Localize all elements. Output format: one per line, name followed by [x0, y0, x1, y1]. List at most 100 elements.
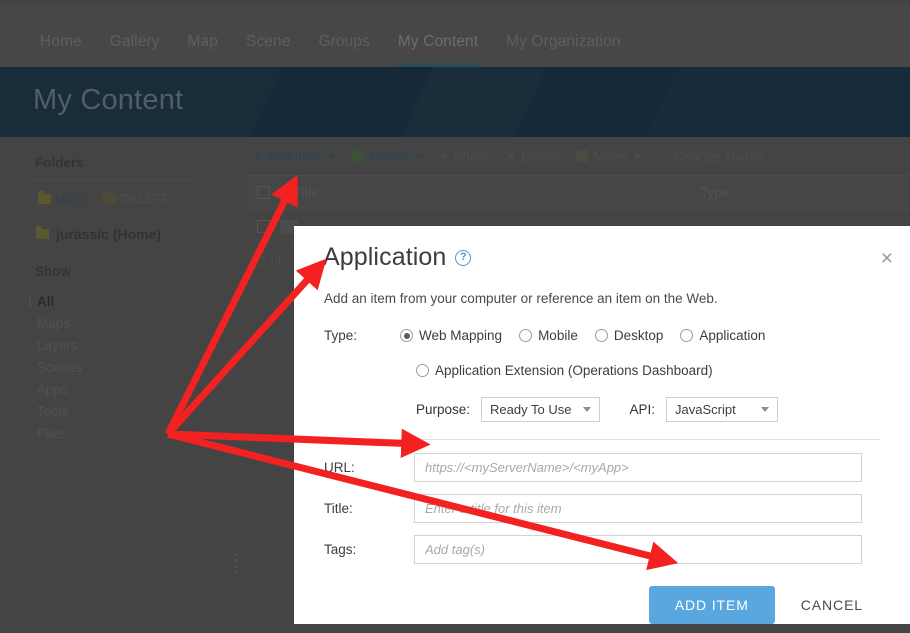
sidebar-item-scenes[interactable]: Scenes [0, 356, 227, 378]
dialog-input-fields: URL: Title: Tags: [294, 440, 910, 564]
title-input[interactable] [414, 494, 862, 523]
share-icon: ⚹ [440, 148, 449, 163]
help-icon[interactable]: ? [455, 249, 472, 266]
content-table-header: Title Type [246, 175, 910, 210]
new-folder-button[interactable]: NEW [38, 190, 86, 206]
sidebar-item-all[interactable]: All [0, 290, 227, 312]
nav-item-home[interactable]: Home [26, 33, 96, 67]
close-icon: ✕ [505, 148, 517, 163]
sidebar-item-files[interactable]: Files [0, 422, 227, 444]
person-icon: ☉ [657, 148, 669, 163]
folder-icon [103, 190, 117, 204]
column-type-label: Type [700, 185, 730, 200]
chevron-down-icon [327, 153, 336, 159]
folder-actions: NEW DELETE [0, 180, 227, 206]
radio-label: Mobile [538, 328, 578, 343]
sidebar-item-apps[interactable]: Apps [0, 378, 227, 400]
show-heading: Show [35, 264, 71, 279]
tags-row: Tags: [324, 535, 910, 564]
close-icon[interactable]: × [881, 248, 893, 269]
nav-item-my-content[interactable]: My Content [384, 33, 492, 67]
radio-desktop[interactable]: Desktop [594, 328, 664, 343]
create-icon [351, 150, 364, 162]
nav-item-label: Home [40, 33, 82, 50]
sidebar-folder-home[interactable]: jurassic (Home) [0, 206, 227, 242]
sidebar-item-tools[interactable]: Tools [0, 400, 227, 422]
radio-web-mapping[interactable]: Web Mapping [400, 328, 502, 343]
add-item-button[interactable]: + Add Item [252, 148, 336, 165]
url-input[interactable] [414, 453, 862, 482]
purpose-api-row: Purpose: Ready To Use API: JavaScript [324, 378, 910, 422]
page-banner: My Content [0, 67, 910, 137]
tags-label: Tags: [324, 542, 357, 557]
column-header-type[interactable]: Type [700, 185, 729, 200]
dialog-form: Type: Web Mapping Mobile Desktop Applica… [294, 306, 910, 422]
radio-mobile[interactable]: Mobile [519, 328, 578, 343]
dialog-actions: ADD ITEM CANCEL [294, 576, 910, 624]
app-window: Home Gallery Map Scene Groups My Content… [0, 0, 910, 633]
radio-label: Web Mapping [419, 328, 503, 343]
nav-item-my-organization[interactable]: My Organization [492, 33, 634, 67]
show-filter-list: All Maps Layers Scenes Apps Tools Files [0, 279, 227, 444]
nav-item-label: Groups [318, 33, 370, 50]
top-navigation: Home Gallery Map Scene Groups My Content… [0, 0, 910, 67]
nav-item-list: Home Gallery Map Scene Groups My Content… [0, 3, 910, 67]
radio-application[interactable]: Application [680, 328, 765, 343]
sidebar-folder-label: jurassic (Home) [56, 226, 162, 242]
purpose-select[interactable]: Ready To Use [481, 397, 601, 422]
sidebar-item-label: Layers [37, 337, 78, 353]
nav-item-groups[interactable]: Groups [304, 33, 383, 67]
sidebar-resize-handle[interactable] [234, 553, 238, 574]
cancel-button[interactable]: CANCEL [801, 597, 863, 613]
sidebar-item-maps[interactable]: Maps [0, 312, 227, 334]
nav-item-gallery[interactable]: Gallery [96, 33, 174, 67]
title-row: Title: [324, 494, 910, 523]
radio-label: Application [699, 328, 766, 343]
dialog-title: Application [323, 243, 447, 271]
chevron-down-icon [760, 407, 769, 412]
add-item-dialog: × Application ? Add an item from your co… [294, 226, 910, 624]
title-label: Title: [324, 501, 353, 516]
nav-item-map[interactable]: Map [174, 33, 232, 67]
nav-item-scene[interactable]: Scene [232, 33, 304, 67]
folders-heading: Folders [35, 155, 84, 170]
chevron-down-icon [633, 153, 642, 159]
pagination-label: 1 1 of [250, 254, 282, 268]
share-label: Share [453, 148, 490, 164]
change-owner-button: ☉ Change Owner [657, 148, 764, 164]
dot [234, 559, 237, 562]
add-item-submit-button[interactable]: ADD ITEM [648, 586, 775, 624]
add-item-label: Add Item [266, 148, 321, 164]
url-label: URL: [324, 460, 355, 475]
type-row: Type: Web Mapping Mobile Desktop Applica… [324, 328, 910, 343]
dot [234, 565, 237, 568]
create-label: Create [368, 148, 410, 164]
purpose-label: Purpose: [416, 402, 471, 417]
row-checkbox[interactable] [246, 220, 280, 233]
sidebar-item-label: Files [37, 425, 66, 441]
tags-input[interactable] [414, 535, 862, 564]
chevron-down-icon [416, 153, 425, 159]
dot [234, 553, 237, 556]
create-button[interactable]: Create [351, 148, 425, 164]
delete-folder-label: DELETE [120, 191, 171, 206]
radio-label: Desktop [613, 328, 664, 343]
nav-item-label: Map [187, 33, 218, 50]
select-all-checkbox[interactable] [246, 186, 280, 199]
api-value: JavaScript [674, 402, 736, 417]
share-button: ⚹ Share [441, 148, 490, 164]
radio-icon [594, 329, 608, 342]
plus-icon: + [252, 146, 262, 166]
new-folder-label: NEW [55, 191, 86, 206]
move-label: Move [593, 148, 627, 164]
delete-folder-button: DELETE [103, 190, 171, 206]
sidebar-item-layers[interactable]: Layers [0, 334, 227, 356]
api-select[interactable]: JavaScript [665, 397, 778, 422]
type-radio-group: Web Mapping Mobile Desktop Application [400, 328, 765, 343]
nav-item-label: My Content [397, 33, 479, 50]
sidebar-item-label: Scenes [37, 359, 83, 375]
api-label: API: [629, 402, 655, 417]
radio-application-extension[interactable]: Application Extension (Operations Dashbo… [416, 363, 910, 378]
column-header-title[interactable]: Title [280, 185, 700, 200]
column-title-label: Title [294, 185, 320, 200]
